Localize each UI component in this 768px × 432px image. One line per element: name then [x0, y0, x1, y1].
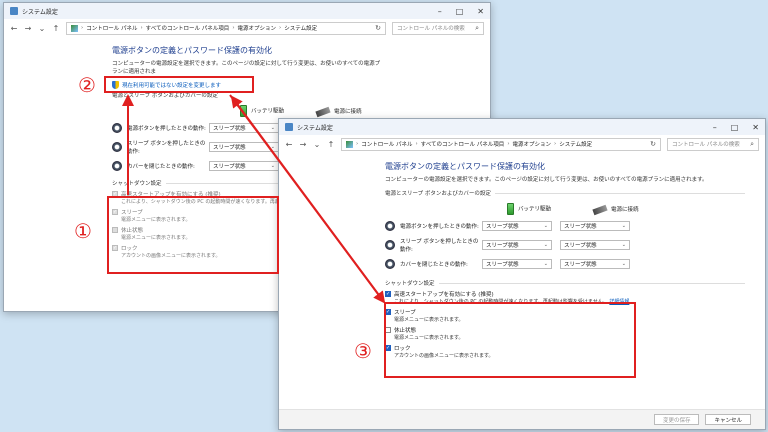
- callout-arrows: [122, 94, 386, 304]
- arrow-3-to-2: [230, 95, 385, 303]
